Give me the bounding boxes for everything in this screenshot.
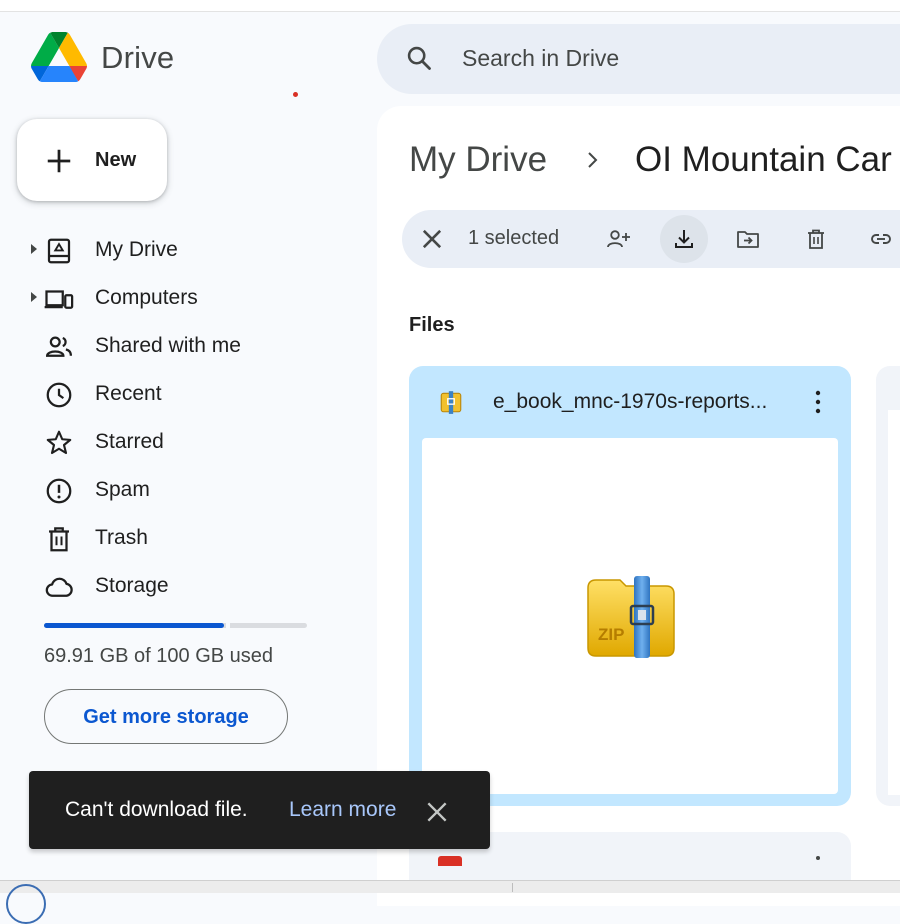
close-icon[interactable] [418, 225, 446, 253]
search-input[interactable]: Search in Drive [462, 45, 619, 72]
trash-icon [49, 527, 69, 552]
share-icon [607, 230, 630, 248]
move-button[interactable] [724, 215, 772, 263]
zip-archive-icon: ZIP [587, 576, 675, 658]
chevron-right-icon [588, 152, 598, 168]
selection-count: 1 selected [468, 227, 560, 249]
sidebar-item-recent[interactable]: Recent [28, 372, 358, 416]
pdf-file-icon [438, 856, 462, 866]
more-vertical-icon[interactable] [805, 386, 831, 418]
sidebar-item-label: Shared with me [95, 334, 241, 357]
sidebar-item-label: Trash [95, 526, 148, 549]
sidebar-item-spam[interactable]: Spam [28, 468, 358, 512]
delete-button[interactable] [792, 215, 840, 263]
brand-name[interactable]: Drive [101, 40, 174, 76]
sidebar-item-label: Computers [95, 286, 198, 309]
link-icon [871, 234, 891, 244]
trash-icon [808, 229, 824, 249]
sidebar-item-computers[interactable]: Computers [28, 276, 358, 320]
zip-label: ZIP [598, 625, 624, 644]
sidebar-item-label: My Drive [95, 238, 178, 261]
move-icon [737, 231, 759, 248]
clock-icon [46, 382, 72, 408]
search-bar[interactable] [377, 24, 900, 94]
spam-icon [46, 478, 72, 504]
storage-progress-gap [226, 623, 230, 628]
download-icon [675, 230, 693, 248]
taskbar [0, 880, 900, 893]
breadcrumb-current[interactable]: OI Mountain Car [635, 140, 892, 180]
sidebar-item-label: Storage [95, 574, 169, 597]
sidebar-item-label: Recent [95, 382, 162, 405]
computers-icon [44, 290, 74, 309]
star-icon [46, 430, 72, 455]
sidebar-item-storage[interactable]: Storage [28, 564, 358, 608]
sidebar-item-shared[interactable]: Shared with me [28, 324, 358, 368]
taskbar-divider [512, 883, 513, 892]
sidebar-item-starred[interactable]: Starred [28, 420, 358, 464]
snackbar-message: Can't download file. [65, 798, 248, 821]
drive-logo-icon[interactable] [31, 32, 87, 82]
breadcrumb-root[interactable]: My Drive [409, 140, 547, 180]
sidebar-item-trash[interactable]: Trash [28, 516, 358, 560]
search-icon[interactable] [405, 44, 433, 72]
taskbar-app-icon[interactable] [6, 884, 46, 924]
shared-icon [45, 336, 72, 357]
copy-link-button[interactable] [857, 215, 900, 263]
sidebar-item-my-drive[interactable]: My Drive [28, 228, 358, 272]
storage-usage-text: 69.91 GB of 100 GB used [44, 645, 274, 667]
new-button[interactable] [17, 119, 167, 201]
files-section-label: Files [409, 314, 455, 336]
expand-arrow-icon[interactable] [31, 244, 37, 254]
sidebar-item-label: Starred [95, 430, 164, 453]
more-vertical-icon[interactable] [816, 856, 820, 860]
get-more-storage-button[interactable]: Get more storage [44, 689, 288, 744]
learn-more-link[interactable]: Learn more [289, 798, 396, 822]
file-card-title[interactable]: e_book_mnc-1970s-reports... [493, 390, 785, 414]
file-card-partial-preview [888, 410, 900, 795]
sidebar-item-label: Spam [95, 478, 150, 501]
zip-file-icon [440, 391, 462, 414]
cloud-icon [45, 577, 73, 597]
window-top-edge [0, 0, 900, 12]
expand-arrow-icon[interactable] [31, 292, 37, 302]
download-button[interactable] [660, 215, 708, 263]
cursor-dot [293, 92, 298, 97]
storage-progress-bar [44, 623, 307, 628]
share-button[interactable] [594, 215, 642, 263]
plus-icon [47, 149, 71, 173]
close-icon[interactable] [424, 799, 450, 825]
new-button-label: New [95, 149, 137, 171]
my-drive-icon [47, 238, 71, 264]
storage-progress-fill [44, 623, 224, 628]
